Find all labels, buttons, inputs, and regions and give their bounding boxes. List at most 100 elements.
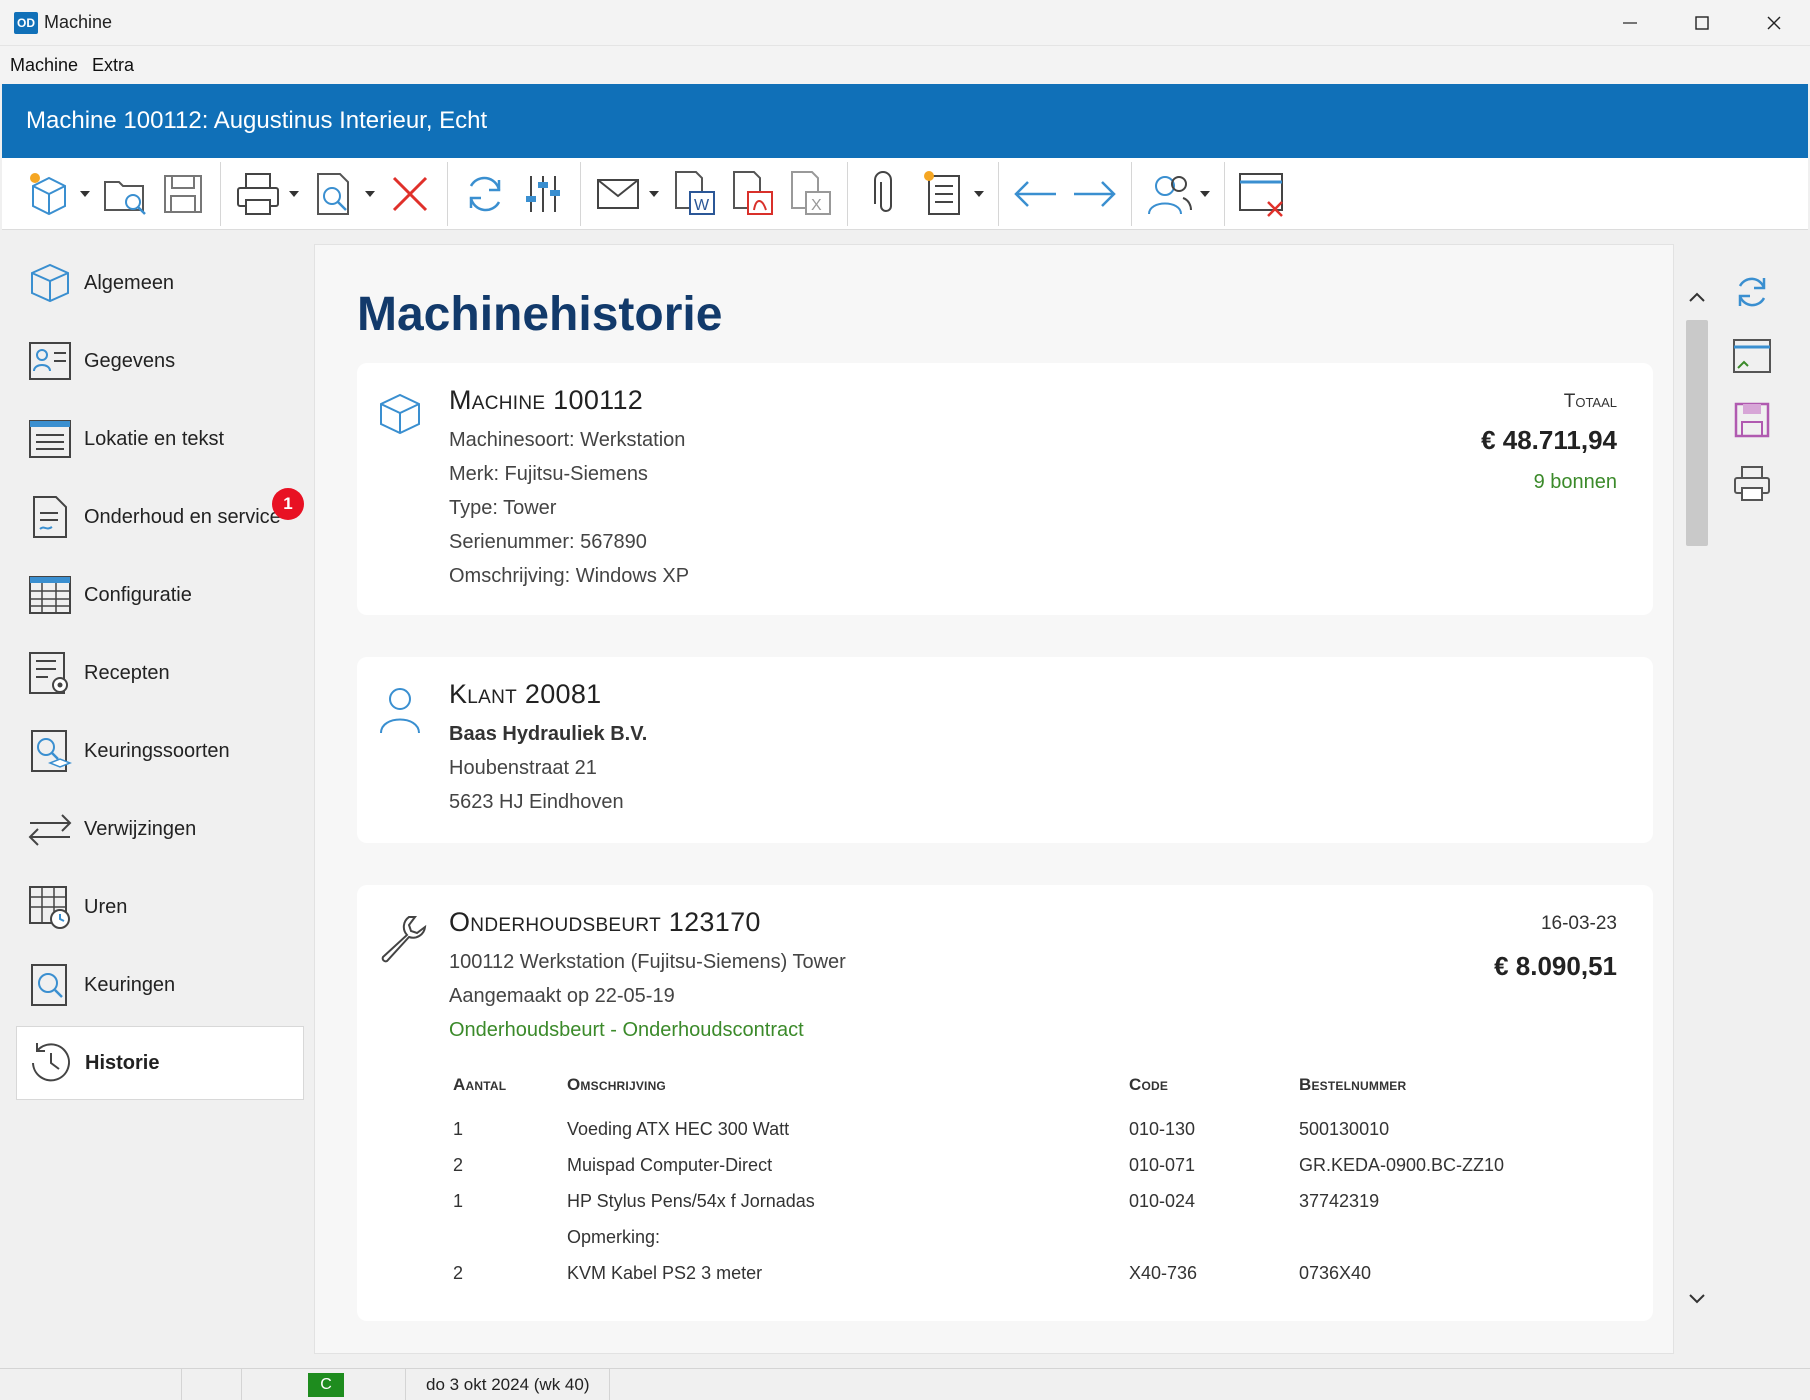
page-title: Machinehistorie (357, 288, 723, 341)
scroll-thumb[interactable] (1686, 320, 1708, 546)
toolbar-separator (580, 161, 581, 226)
save-button[interactable] (157, 164, 209, 224)
sidebar-item-label: Recepten (84, 661, 170, 684)
document-dropdown[interactable] (972, 164, 986, 224)
sidebar-item-configuratie[interactable]: Configuratie (16, 558, 304, 632)
next-button[interactable] (1068, 164, 1120, 224)
sidebar-item-onderhoud-en-service[interactable]: Onderhoud en service 1 (16, 480, 304, 554)
total-label: Totaal (1563, 391, 1617, 412)
menu-extra[interactable]: Extra (92, 55, 134, 76)
open-button[interactable] (99, 164, 151, 224)
print-dropdown[interactable] (287, 164, 301, 224)
maximize-icon (1695, 16, 1709, 30)
sidebar-item-keuringen[interactable]: Keuringen (16, 948, 304, 1022)
new-machine-icon (30, 172, 66, 215)
print-button[interactable] (232, 164, 284, 224)
save-view-button[interactable] (1728, 396, 1776, 444)
new-document-button[interactable] (917, 164, 969, 224)
bonnen-count[interactable]: 9 bonnen (1534, 471, 1617, 494)
previous-button[interactable] (1010, 164, 1062, 224)
service-created-line: Aangemaakt op 22-05-19 (449, 985, 675, 1007)
sidebar-item-historie[interactable]: Historie (16, 1026, 304, 1100)
attachment-button[interactable] (859, 164, 911, 224)
sidebar: Algemeen Gegevens Lokatie en tekst Onder… (2, 232, 304, 1368)
main-panel: Machinehistorie Machine 100112 Machineso… (314, 244, 1674, 1354)
inspection-types-icon (31, 730, 72, 772)
list-gear-icon (29, 652, 68, 694)
refresh-icon (469, 176, 501, 211)
client-name[interactable]: Baas Hydrauliek B.V. (449, 723, 647, 746)
document-icon (33, 496, 67, 538)
refresh-view-button[interactable] (1728, 268, 1776, 316)
sidebar-item-lokatie-en-tekst[interactable]: Lokatie en tekst (16, 402, 304, 476)
users-icon (1148, 175, 1192, 214)
right-action-column (1728, 268, 1776, 524)
machine-line: Omschrijving: Windows XP (449, 565, 690, 587)
window-check-button[interactable] (1728, 332, 1776, 380)
minimize-button[interactable] (1594, 0, 1666, 46)
wrench-icon (381, 916, 427, 963)
scroll-down-button[interactable] (1684, 1284, 1710, 1314)
status-bar: C do 3 okt 2024 (wk 40) (0, 1368, 1810, 1400)
save-icon (1734, 402, 1770, 438)
sidebar-item-gegevens[interactable]: Gegevens (16, 324, 304, 398)
users-dropdown[interactable] (1198, 164, 1212, 224)
service-contract-link[interactable]: Onderhoudsbeurt - Onderhoudscontract (449, 1019, 804, 1042)
sidebar-item-uren[interactable]: Uren (16, 870, 304, 944)
cell-bestelnummer: 500130010 (1299, 1119, 1390, 1139)
delete-button[interactable] (384, 164, 436, 224)
svg-text:X: X (811, 197, 822, 214)
preview-dropdown[interactable] (363, 164, 377, 224)
service-machine-line: 100112 Werkstation (Fujitsu-Siemens) Tow… (449, 951, 846, 973)
chevron-down-icon (1200, 190, 1210, 197)
chevron-down-icon (80, 190, 90, 197)
sidebar-item-verwijzingen[interactable]: Verwijzingen (16, 792, 304, 866)
new-dropdown[interactable] (78, 164, 92, 224)
scroll-up-button[interactable] (1684, 282, 1710, 312)
preview-button[interactable] (308, 164, 360, 224)
excel-export-button[interactable]: X (784, 164, 836, 224)
chevron-down-icon (1689, 1294, 1705, 1304)
sidebar-item-recepten[interactable]: Recepten (16, 636, 304, 710)
settings-button[interactable] (517, 164, 569, 224)
toolbar-separator (847, 161, 848, 226)
mail-button[interactable] (592, 164, 644, 224)
maximize-button[interactable] (1666, 0, 1738, 46)
window-title: Machine (44, 12, 113, 32)
cell-code: X40-736 (1129, 1263, 1198, 1283)
sidebar-item-algemeen[interactable]: Algemeen (16, 246, 304, 320)
mail-dropdown[interactable] (647, 164, 661, 224)
header-title: Machine 100112: Augustinus Interieur, Ec… (2, 84, 1808, 158)
window-controls (1594, 0, 1810, 46)
close-icon (1767, 16, 1781, 30)
save-icon (164, 174, 202, 213)
sidebar-item-keuringssoorten[interactable]: Keuringssoorten (16, 714, 304, 788)
toolbar-separator (998, 161, 999, 226)
chevron-down-icon (289, 190, 299, 197)
pdf-export-button[interactable] (726, 164, 778, 224)
print-view-button[interactable] (1728, 460, 1776, 508)
vertical-scrollbar[interactable] (1684, 268, 1710, 1332)
menu-machine[interactable]: Machine (10, 55, 78, 76)
open-icon (104, 180, 146, 215)
refresh-button[interactable] (459, 164, 511, 224)
text-lines-icon (29, 420, 71, 458)
attachment-icon (874, 170, 892, 212)
new-machine-button[interactable] (23, 164, 75, 224)
close-button[interactable] (1738, 0, 1810, 46)
sidebar-item-label: Uren (84, 895, 128, 918)
users-button[interactable] (1143, 164, 1195, 224)
cell-omschrijving: Muispad Computer-Direct (567, 1155, 773, 1175)
toolbar-separator (447, 161, 448, 226)
client-card: Klant 20081 Baas Hydrauliek B.V. Houbens… (357, 657, 1653, 843)
service-amount: € 8.090,51 (1494, 951, 1617, 981)
cell-code: 010-130 (1129, 1119, 1196, 1139)
word-export-button[interactable]: W (668, 164, 720, 224)
client-postal-city: 5623 HJ Eindhoven (449, 791, 624, 813)
mail-icon (597, 178, 639, 209)
sidebar-item-label: Gegevens (84, 349, 176, 372)
sidebar-item-label: Verwijzingen (84, 817, 197, 840)
settings-sliders-icon (526, 175, 560, 212)
machine-heading: Machine 100112 (449, 385, 644, 415)
close-window-button[interactable] (1236, 164, 1288, 224)
